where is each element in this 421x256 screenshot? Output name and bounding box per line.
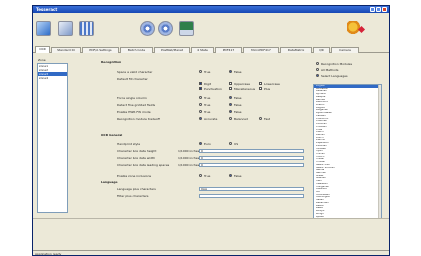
force-single-true-radio[interactable]	[199, 96, 202, 99]
settings-disc-icon[interactable]	[158, 21, 173, 36]
language-heading: Language	[101, 180, 118, 184]
window-controls	[370, 7, 387, 12]
fill-plus-checkbox[interactable]	[259, 87, 262, 90]
zone-inclusions-true-radio[interactable]	[199, 174, 202, 177]
open-images-icon[interactable]	[58, 21, 73, 36]
fill-uppercase-checkbox[interactable]	[229, 82, 232, 85]
space-valid-label: Space a valid character	[117, 70, 153, 74]
box-width-field[interactable]: 0	[199, 156, 304, 160]
title-bar: Tesseract	[33, 6, 389, 13]
detect-gridded-label: Detect fine gridded fields	[117, 103, 156, 107]
tradeoff-balanced-radio[interactable]	[229, 117, 232, 120]
force-single-false-radio[interactable]	[229, 96, 232, 99]
option-label: Uppercase	[234, 82, 250, 86]
option-label: True	[204, 96, 211, 100]
all-methods-radio[interactable]	[316, 68, 319, 71]
fill-lowercase-checkbox[interactable]	[259, 82, 262, 85]
ocr-general-heading: OCR General	[101, 133, 123, 137]
tradeoff-fast-radio[interactable]	[259, 117, 262, 120]
list-item[interactable]: zone4	[38, 76, 67, 80]
option-label: All Methods	[321, 68, 339, 72]
language-plus-field[interactable]: 0ÀÁ	[199, 187, 304, 191]
option-label: True	[204, 103, 211, 107]
option-label: Digit	[204, 82, 212, 86]
box-leading-unit: 1/1000 inches	[178, 163, 200, 167]
option-label: False	[234, 174, 242, 178]
fill-miscellaneous-checkbox[interactable]	[229, 87, 232, 90]
box-width-unit: 1/1000 inches	[178, 156, 200, 160]
space-valid-false-radio[interactable]	[229, 70, 232, 73]
close-button[interactable]	[382, 7, 387, 12]
option-label: US	[234, 142, 239, 146]
option-label: Fast	[264, 117, 271, 121]
option-label: False	[234, 110, 242, 114]
scan-icon[interactable]	[79, 21, 94, 36]
recognition-heading: Recognition	[101, 60, 122, 64]
ocr-settings-panel: Zone zone1 zone2 zone3 zone4 Recognition…	[33, 53, 389, 219]
detect-gridded-true-radio[interactable]	[199, 103, 202, 106]
detect-gridded-false-radio[interactable]	[229, 103, 232, 106]
filter-plus-field[interactable]	[199, 194, 304, 198]
main-window: Tesseract OCR Standard IO PDF/A Settings…	[32, 5, 390, 256]
option-label: Recognition Modules	[321, 62, 353, 66]
recognition-modules-radio[interactable]	[316, 62, 319, 65]
option-label: Lowercase	[264, 82, 280, 86]
language-list[interactable]: English Afrikaans Albanian Aymara Basque Bemb…	[313, 84, 382, 219]
lower-panel	[33, 218, 389, 250]
filter-plus-label: Filter plus characters	[117, 194, 149, 198]
box-height-field[interactable]: 0	[199, 149, 304, 153]
box-height-unit: 1/1000 inches	[178, 149, 200, 153]
fill-digit-checkbox[interactable]	[199, 82, 202, 85]
fill-punctuation-checkbox[interactable]	[199, 87, 202, 90]
minimize-button[interactable]	[370, 7, 375, 12]
hwr-mode-label: Enable HWR FW mode	[117, 110, 151, 114]
status-text: Application ready	[35, 252, 62, 256]
hwr-mode-false-radio[interactable]	[229, 110, 232, 113]
box-width-label: Character box data width	[117, 156, 156, 160]
tab-ocr[interactable]: OCR	[35, 46, 50, 53]
box-leading-field[interactable]: 0	[199, 163, 304, 167]
tradeoff-label: Recognition module tradeoff	[117, 117, 160, 121]
option-label: Accurate	[204, 117, 218, 121]
zone-inclusions-false-radio[interactable]	[229, 174, 232, 177]
tab-strip: OCR Standard IO PDF/A Settings Batch Cod…	[33, 46, 389, 53]
box-leading-label: Character box data leading spaces	[117, 163, 170, 167]
option-label: Miscellaneous	[234, 87, 256, 91]
handprint-us-radio[interactable]	[229, 142, 232, 145]
space-valid-true-radio[interactable]	[199, 70, 202, 73]
save-icon[interactable]	[36, 21, 51, 36]
handprint-style-label: Handprint style	[117, 142, 141, 146]
option-label: Euro	[204, 142, 211, 146]
option-label: False	[234, 96, 242, 100]
option-label: Balanced	[234, 117, 248, 121]
tradeoff-accurate-radio[interactable]	[199, 117, 202, 120]
language-plus-label: Language plus characters	[117, 187, 156, 191]
maximize-button[interactable]	[376, 7, 381, 12]
default-fill-label: Default fill character	[117, 77, 148, 81]
handprint-euro-radio[interactable]	[199, 142, 202, 145]
window-title: Tesseract	[36, 7, 58, 12]
toolbar	[33, 13, 389, 46]
option-label: Punctuation	[204, 87, 222, 91]
option-label: False	[234, 103, 242, 107]
option-label: Select Languages	[321, 74, 348, 78]
zone-inclusions-label: Enable zone inclusions	[117, 174, 152, 178]
option-label: True	[204, 70, 211, 74]
option-label: Plus	[264, 87, 271, 91]
option-label: False	[234, 70, 242, 74]
status-bar: Application ready	[33, 250, 389, 256]
force-single-column-label: Force single column	[117, 96, 147, 100]
recognize-icon[interactable]	[140, 21, 155, 36]
zone-list[interactable]: zone1 zone2 zone3 zone4	[37, 63, 68, 213]
hwr-mode-true-radio[interactable]	[199, 110, 202, 113]
option-label: True	[204, 110, 211, 114]
language-list-scrollbar[interactable]	[378, 85, 381, 218]
box-height-label: Character box data height	[117, 149, 157, 153]
select-languages-radio[interactable]	[316, 74, 319, 77]
preview-icon[interactable]	[179, 21, 194, 36]
zone-list-caption: Zone	[38, 58, 46, 62]
option-label: True	[204, 174, 211, 178]
